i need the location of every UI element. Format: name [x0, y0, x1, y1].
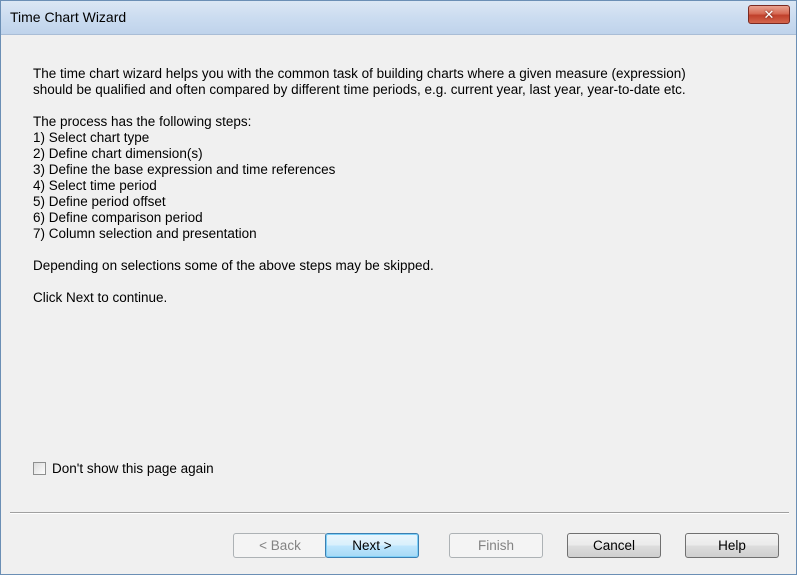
dont-show-again-checkbox[interactable] — [33, 462, 46, 475]
title-bar: Time Chart Wizard ✕ — [1, 1, 796, 35]
help-button[interactable]: Help — [685, 533, 779, 558]
dont-show-again-row[interactable]: Don't show this page again — [33, 461, 214, 476]
wizard-description: The time chart wizard helps you with the… — [33, 66, 773, 306]
step-item: 7) Column selection and presentation — [33, 226, 257, 241]
close-icon: ✕ — [763, 7, 775, 22]
finish-button[interactable]: Finish — [449, 533, 543, 558]
steps-list: 1) Select chart type 2) Define chart dim… — [33, 130, 773, 242]
step-item: 2) Define chart dimension(s) — [33, 146, 203, 161]
wizard-dialog: Time Chart Wizard ✕ The time chart wizar… — [0, 0, 797, 575]
next-button[interactable]: Next > — [325, 533, 419, 558]
step-item: 5) Define period offset — [33, 194, 166, 209]
cancel-button[interactable]: Cancel — [567, 533, 661, 558]
intro-text-line-2: should be qualified and often compared b… — [33, 82, 686, 97]
step-item: 4) Select time period — [33, 178, 157, 193]
skip-note: Depending on selections some of the abov… — [33, 258, 434, 273]
steps-heading: The process has the following steps: — [33, 114, 252, 129]
continue-note: Click Next to continue. — [33, 290, 168, 305]
window-title: Time Chart Wizard — [10, 9, 127, 25]
dont-show-again-label[interactable]: Don't show this page again — [52, 461, 214, 476]
back-button[interactable]: < Back — [233, 533, 327, 558]
step-item: 3) Define the base expression and time r… — [33, 162, 336, 177]
intro-text-line-1: The time chart wizard helps you with the… — [33, 66, 686, 81]
close-button[interactable]: ✕ — [748, 5, 790, 24]
button-separator — [10, 512, 789, 514]
step-item: 6) Define comparison period — [33, 210, 203, 225]
step-item: 1) Select chart type — [33, 130, 150, 145]
